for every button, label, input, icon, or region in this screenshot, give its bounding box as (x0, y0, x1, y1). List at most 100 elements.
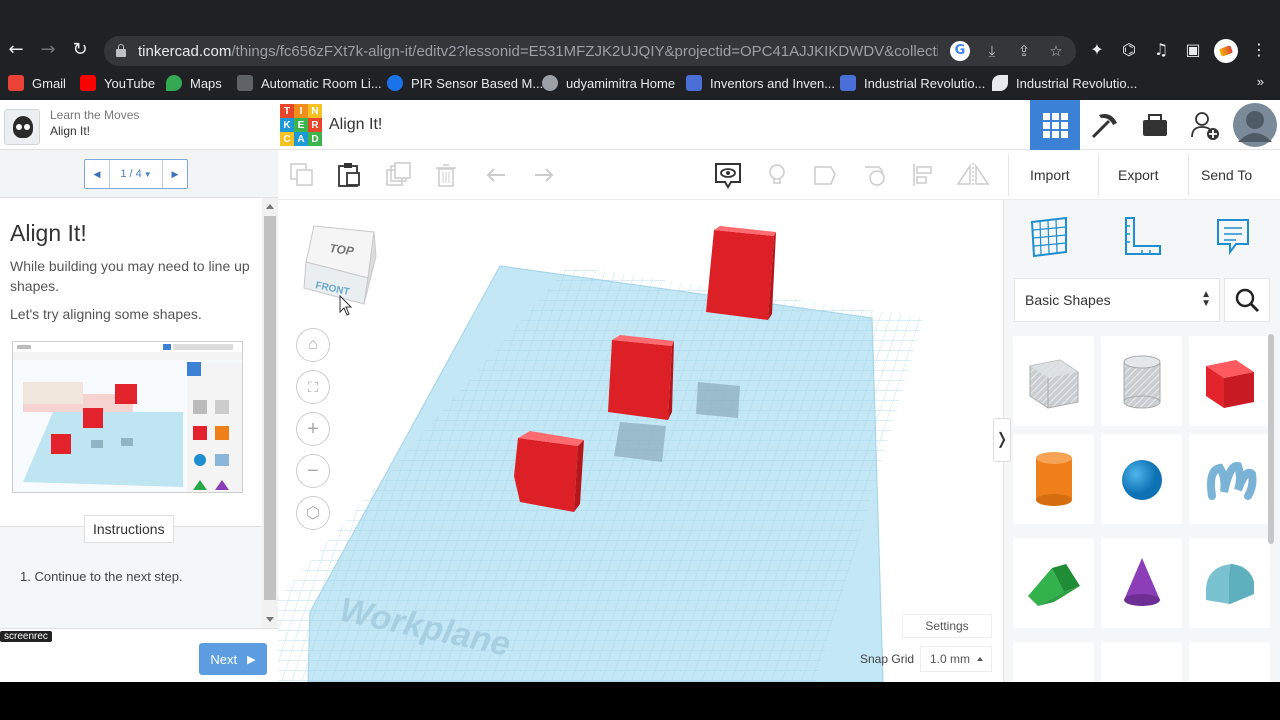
url-text[interactable]: tinkercad.com/things/fc656zFXt7k-align-i… (138, 43, 938, 60)
shape-cylinder[interactable] (1013, 434, 1094, 524)
collapse-panel-icon[interactable]: ❭ (993, 418, 1011, 462)
bookmarks-overflow[interactable]: » (1257, 74, 1264, 89)
bookmark-gmail[interactable]: Gmail (8, 74, 66, 92)
shape-cylinder-hole[interactable] (1101, 336, 1182, 426)
snap-grid-value: 1.0 mm (930, 652, 971, 666)
logo-letter: K (280, 118, 294, 132)
align-icon[interactable] (911, 162, 937, 188)
shape-search-button[interactable] (1224, 278, 1270, 322)
trash-icon[interactable] (433, 162, 459, 188)
shape-box-hole[interactable] (1013, 336, 1094, 426)
user-avatar[interactable] (1230, 100, 1280, 150)
import-button[interactable]: Import (1018, 158, 1082, 192)
bricks-view-button[interactable] (1130, 100, 1180, 150)
lesson-paragraph: While building you may need to line up s… (10, 258, 250, 294)
3d-design-view-button[interactable] (1030, 100, 1080, 150)
view-cube[interactable]: TOP FRONT (303, 225, 377, 305)
invite-button[interactable] (1180, 100, 1230, 150)
shapes-scrollbar[interactable] (1268, 334, 1274, 544)
paste-icon[interactable] (336, 162, 362, 188)
editor-header: T I N K E R C A D Align It! (278, 100, 1280, 150)
home-view-icon[interactable]: ⌂ (296, 328, 330, 362)
redo-icon[interactable] (531, 162, 557, 188)
screen: ← → ↻ tinkercad.com/things/fc656zFXt7k-a… (0, 0, 1280, 720)
shape-tube[interactable] (1101, 642, 1182, 682)
gmail-icon (8, 75, 24, 91)
bookmark-industrial-2[interactable]: Industrial Revolutio... (992, 74, 1137, 92)
globe-icon (542, 75, 558, 91)
lightbulb-icon[interactable] (764, 162, 790, 188)
logo-letter: D (308, 132, 322, 146)
shape-scribble[interactable] (1189, 434, 1270, 524)
duplicate-icon[interactable] (385, 162, 411, 188)
shape-roof[interactable] (1013, 538, 1094, 628)
shape-sphere[interactable] (1101, 434, 1182, 524)
address-bar[interactable]: tinkercad.com/things/fc656zFXt7k-align-i… (104, 36, 1076, 66)
red-box-shape[interactable] (514, 431, 584, 512)
shape-pyramid[interactable] (1189, 642, 1270, 682)
snap-grid-select[interactable]: 1.0 mm (920, 646, 992, 672)
blocks-view-button[interactable] (1080, 100, 1130, 150)
send-to-button[interactable]: Send To (1189, 158, 1264, 192)
zoom-out-icon[interactable]: − (296, 454, 330, 488)
shape-cone[interactable] (1101, 538, 1182, 628)
site-icon (686, 75, 702, 91)
shape-category-select[interactable]: Basic Shapes ▲ ▼ (1014, 278, 1220, 322)
ruler-tool-icon[interactable] (1116, 212, 1166, 262)
bookmark-pir-sensor[interactable]: PIR Sensor Based M... (387, 74, 543, 92)
red-box-shape[interactable] (608, 335, 674, 420)
prev-step-icon[interactable]: ◀ (85, 160, 109, 188)
install-icon[interactable]: ⤓ (982, 41, 1002, 61)
logo-letter: R (308, 118, 322, 132)
settings-button[interactable]: Settings (902, 614, 992, 638)
workplane-canvas[interactable]: Workplane TOP FRONT ⌂ ⛶ + − ⬡ Settings S… (278, 200, 1003, 682)
solid-shape-icon[interactable] (812, 162, 838, 188)
perspective-icon[interactable]: ⬡ (296, 496, 330, 530)
bookmark-udyamimitra[interactable]: udyamimitra Home (542, 74, 675, 92)
extensions-icon[interactable]: ✦ (1085, 38, 1109, 62)
google-lens-icon[interactable]: G (950, 41, 970, 61)
reload-icon[interactable]: ↻ (68, 38, 92, 62)
scroll-up-icon[interactable] (266, 204, 274, 209)
tinkercad-logo[interactable]: T I N K E R C A D (280, 104, 322, 146)
lesson-scrollbar[interactable] (262, 198, 278, 628)
copy-icon[interactable] (289, 162, 315, 188)
workplane-tool-icon[interactable] (1024, 212, 1074, 262)
red-box-shape[interactable] (706, 226, 776, 320)
undo-icon[interactable] (483, 162, 509, 188)
mirror-icon[interactable] (956, 162, 990, 188)
next-step-icon[interactable]: ▶ (163, 160, 187, 188)
forward-arrow-icon[interactable]: → (36, 38, 60, 62)
step-indicator: 1 / 4 (120, 168, 142, 180)
design-title[interactable]: Align It! (329, 116, 382, 134)
hole-shape-icon[interactable] (862, 162, 888, 188)
shape-round-roof[interactable] (1189, 538, 1270, 628)
shape-box[interactable] (1189, 336, 1270, 426)
bookmark-inventors[interactable]: Inventors and Inven... (686, 74, 835, 92)
bookmark-automatic-room[interactable]: Automatic Room Li... (237, 74, 382, 92)
scroll-thumb[interactable] (264, 216, 276, 600)
step-dropdown[interactable]: 1 / 4 ▼ (109, 160, 163, 188)
export-button[interactable]: Export (1106, 158, 1170, 192)
menu-icon[interactable]: ⋮ (1247, 38, 1271, 62)
scroll-down-icon[interactable] (266, 617, 274, 622)
bookmark-industrial-1[interactable]: Industrial Revolutio... (840, 74, 985, 92)
cast-icon[interactable]: ⌬ (1117, 38, 1141, 62)
side-panel-icon[interactable]: ▣ (1181, 38, 1205, 62)
share-icon[interactable]: ⇪ (1014, 41, 1034, 61)
back-arrow-icon[interactable]: ← (4, 38, 28, 62)
bookmark-youtube[interactable]: YouTube (80, 74, 155, 92)
media-icon[interactable]: ♫ (1149, 38, 1173, 62)
next-label: Next (210, 651, 238, 667)
notes-icon[interactable] (713, 160, 743, 190)
fit-view-icon[interactable]: ⛶ (296, 370, 330, 404)
notes-tool-icon[interactable] (1208, 212, 1258, 262)
shape-text[interactable] (1013, 642, 1094, 682)
search-icon (1235, 288, 1259, 312)
zoom-in-icon[interactable]: + (296, 412, 330, 446)
next-button[interactable]: Next ▶ (199, 643, 267, 675)
bookmark-star-icon[interactable]: ☆ (1046, 41, 1066, 61)
bookmark-maps[interactable]: Maps (166, 74, 222, 92)
instructions-section: Instructions 1. Continue to the next ste… (0, 515, 262, 628)
profile-avatar[interactable] (1214, 39, 1238, 63)
